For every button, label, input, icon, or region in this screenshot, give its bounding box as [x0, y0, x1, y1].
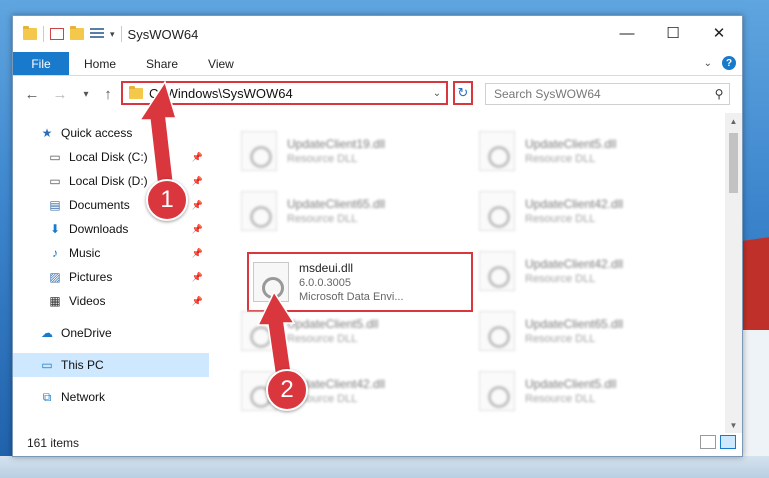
arrow-1 [138, 80, 178, 191]
annotation-arrows [138, 80, 296, 381]
step-badge-1: 1 [146, 179, 188, 221]
step-badge-2: 2 [266, 369, 308, 411]
arrow-2 [256, 290, 296, 381]
